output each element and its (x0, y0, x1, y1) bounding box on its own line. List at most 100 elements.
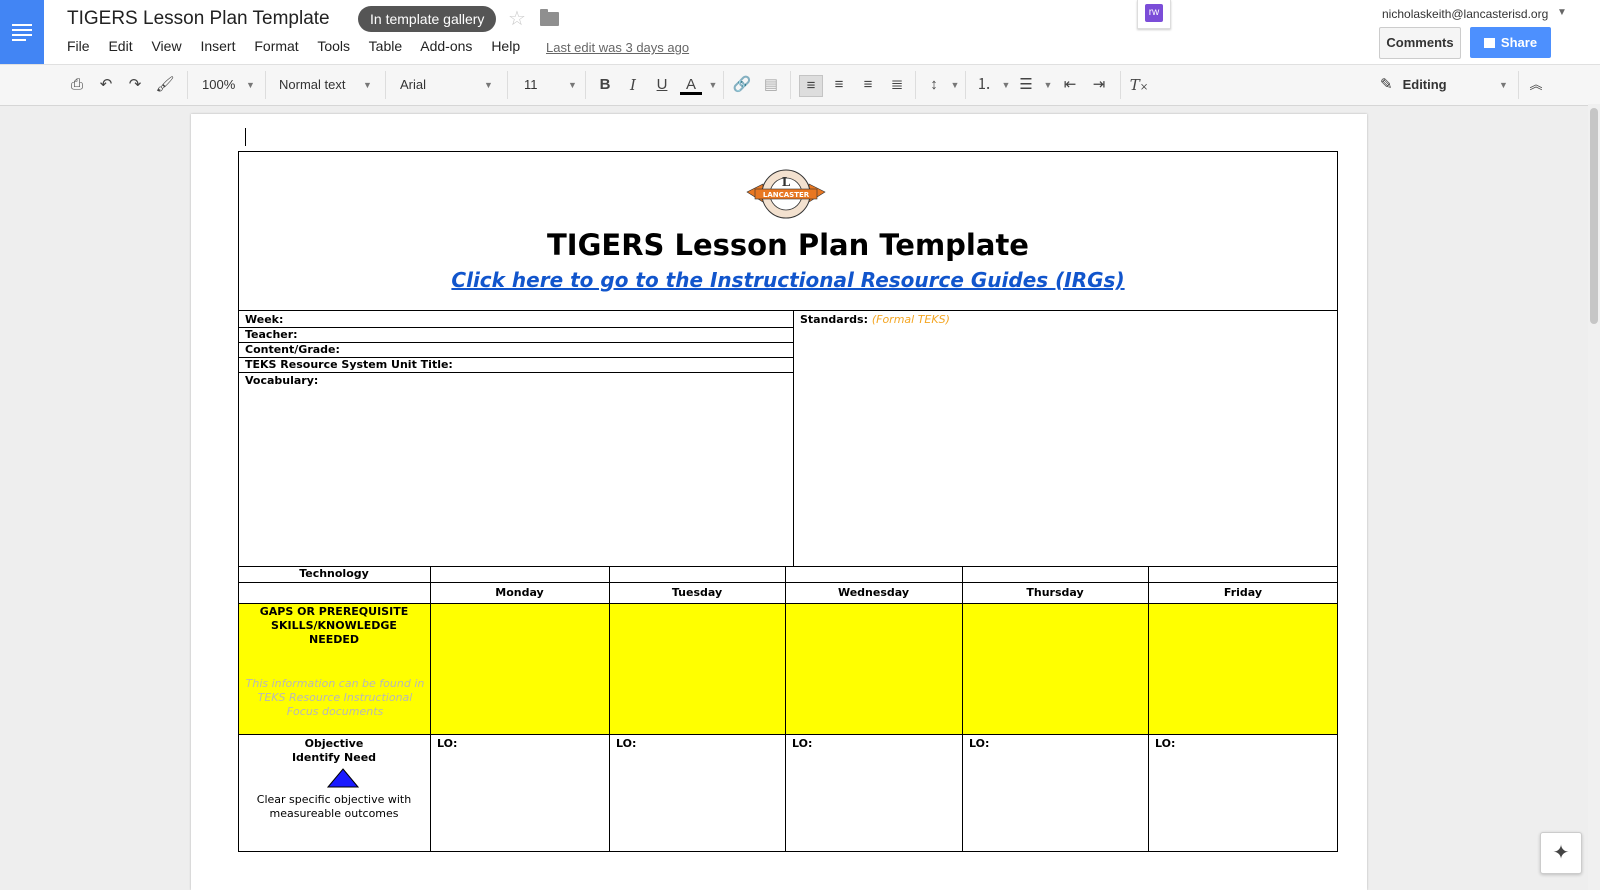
star-icon[interactable]: ☆ (508, 6, 526, 31)
clear-formatting-icon[interactable]: T× (1128, 75, 1150, 95)
menu-insert[interactable]: Insert (200, 38, 235, 54)
redo-icon[interactable]: ↷ (124, 75, 146, 95)
decrease-indent-icon[interactable]: ⇤ (1059, 75, 1081, 95)
formatting-toolbar: ⎙ ↶ ↷ 🖌 100% ▼ Normal text ▼ Arial ▼ 11 ▼ B … (0, 64, 1600, 106)
text-color-caret-icon[interactable]: ▼ (702, 75, 724, 95)
day-tuesday: Tuesday (671, 586, 723, 599)
svg-text:L: L (782, 175, 791, 189)
style-select[interactable]: Normal text ▼ (279, 65, 372, 105)
lo-thursday: LO: (969, 737, 990, 750)
font-size-caret-icon: ▼ (568, 80, 577, 90)
numbered-list-icon[interactable]: ⒈ (973, 75, 995, 95)
last-edit-link[interactable]: Last edit was 3 days ago (546, 40, 689, 55)
gaps-heading: GAPS OR PREREQUISITE SKILLS/KNOWLEDGE NE… (259, 605, 409, 646)
day-wednesday: Wednesday (837, 586, 910, 599)
lo-monday: LO: (437, 737, 458, 750)
comments-button[interactable]: Comments (1379, 27, 1461, 59)
bulleted-list-caret-icon[interactable]: ▼ (1037, 75, 1059, 95)
objective-title: Objective (304, 737, 364, 750)
share-icon (1483, 38, 1495, 48)
docs-home-icon[interactable] (0, 0, 44, 64)
day-thursday: Thursday (1026, 586, 1084, 599)
day-friday: Friday (1223, 586, 1263, 599)
menu-tools[interactable]: Tools (317, 38, 350, 54)
menu-file[interactable]: File (67, 38, 90, 54)
info-section (238, 310, 1338, 567)
document-title[interactable]: TIGERS Lesson Plan Template (67, 8, 330, 30)
folder-icon[interactable] (540, 9, 559, 26)
vocabulary-label: Vocabulary: (245, 374, 319, 387)
font-value: Arial (400, 77, 427, 92)
zoom-select[interactable]: 100% ▼ (202, 65, 257, 105)
font-caret-icon: ▼ (484, 80, 493, 90)
irg-link-text: Click here to go to the Instructional Re… (451, 268, 1125, 292)
document-heading: TIGERS Lesson Plan Template (547, 228, 1029, 262)
standards-hint: (Formal TEKS) (871, 313, 950, 326)
irg-link[interactable]: Click here to go to the Instructional Re… (238, 268, 1338, 292)
undo-icon[interactable]: ↶ (95, 75, 117, 95)
technology-label: Technology (299, 567, 369, 580)
line-spacing-icon[interactable]: ↕ (923, 75, 945, 95)
menu-format[interactable]: Format (254, 38, 298, 54)
style-caret-icon: ▼ (363, 80, 372, 90)
objective-subtitle: Identify Need (291, 751, 377, 764)
app-header: TIGERS Lesson Plan Template In template … (0, 0, 1600, 64)
lo-wednesday: LO: (792, 737, 813, 750)
font-select[interactable]: Arial ▼ (400, 65, 500, 105)
explore-icon[interactable]: ✦ (1540, 832, 1582, 874)
underline-button[interactable]: U (651, 75, 673, 95)
objective-description: Clear specific objective with measureabl… (256, 793, 412, 820)
menu-view[interactable]: View (151, 38, 181, 54)
pencil-icon: ✎ (1380, 76, 1393, 93)
text-color-button[interactable]: A (680, 75, 702, 95)
account-email[interactable]: nicholaskeith@lancasterisd.org (1382, 7, 1548, 21)
editing-mode-label: Editing (1402, 77, 1447, 92)
font-size-value: 11 (524, 77, 538, 92)
menu-help[interactable]: Help (491, 38, 520, 54)
share-label: Share (1500, 35, 1538, 50)
zoom-caret-icon: ▼ (246, 80, 255, 90)
zoom-value: 100% (202, 77, 236, 92)
extension-button[interactable]: rw (1137, 0, 1171, 29)
menu-edit[interactable]: Edit (108, 38, 132, 54)
line-spacing-caret-icon[interactable]: ▼ (944, 75, 966, 95)
standards-text: Standards: (800, 313, 868, 326)
paint-format-icon[interactable]: 🖌 (154, 75, 176, 95)
comment-icon[interactable]: ▤ (760, 75, 782, 95)
font-size-select[interactable]: 11 ▼ (524, 65, 579, 105)
standards-label: Standards: (Formal TEKS) (800, 313, 950, 326)
content-grade-label: Content/Grade: (245, 343, 340, 356)
teacher-label: Teacher: (245, 328, 298, 341)
seal-text: LANCASTER (763, 191, 810, 199)
italic-button[interactable]: I (622, 75, 644, 95)
lo-friday: LO: (1155, 737, 1176, 750)
menu-table[interactable]: Table (369, 38, 402, 54)
justify-icon[interactable]: ≣ (886, 75, 908, 95)
print-icon[interactable]: ⎙ (66, 75, 88, 95)
editing-mode-select[interactable]: ✎ Editing ▼ (1380, 65, 1510, 105)
bulleted-list-icon[interactable]: ☰ (1015, 75, 1037, 95)
style-value: Normal text (279, 77, 346, 92)
week-label: Week: (245, 313, 284, 326)
collapse-toolbar-icon[interactable]: ︽ (1525, 75, 1547, 95)
align-right-icon[interactable]: ≡ (857, 75, 879, 95)
bold-button[interactable]: B (594, 75, 616, 95)
menu-addons[interactable]: Add-ons (420, 38, 472, 54)
numbered-list-caret-icon[interactable]: ▼ (995, 75, 1017, 95)
increase-indent-icon[interactable]: ⇥ (1088, 75, 1110, 95)
day-monday: Monday (495, 586, 544, 599)
triangle-icon (327, 768, 359, 788)
account-dropdown-icon[interactable]: ▼ (1557, 7, 1567, 18)
share-button[interactable]: Share (1470, 27, 1551, 58)
link-icon[interactable]: 🔗 (731, 75, 753, 95)
scrollbar-thumb[interactable] (1590, 108, 1598, 324)
template-gallery-badge[interactable]: In template gallery (358, 6, 497, 32)
text-cursor (245, 128, 246, 146)
editing-mode-caret-icon: ▼ (1499, 80, 1508, 90)
align-center-icon[interactable]: ≡ (828, 75, 850, 95)
gaps-note: This information can be found in TEKS Re… (245, 677, 425, 718)
unit-title-label: TEKS Resource System Unit Title: (245, 358, 453, 371)
lo-tuesday: LO: (616, 737, 637, 750)
read-write-icon: rw (1145, 4, 1163, 22)
align-left-icon[interactable]: ≡ (799, 75, 823, 97)
